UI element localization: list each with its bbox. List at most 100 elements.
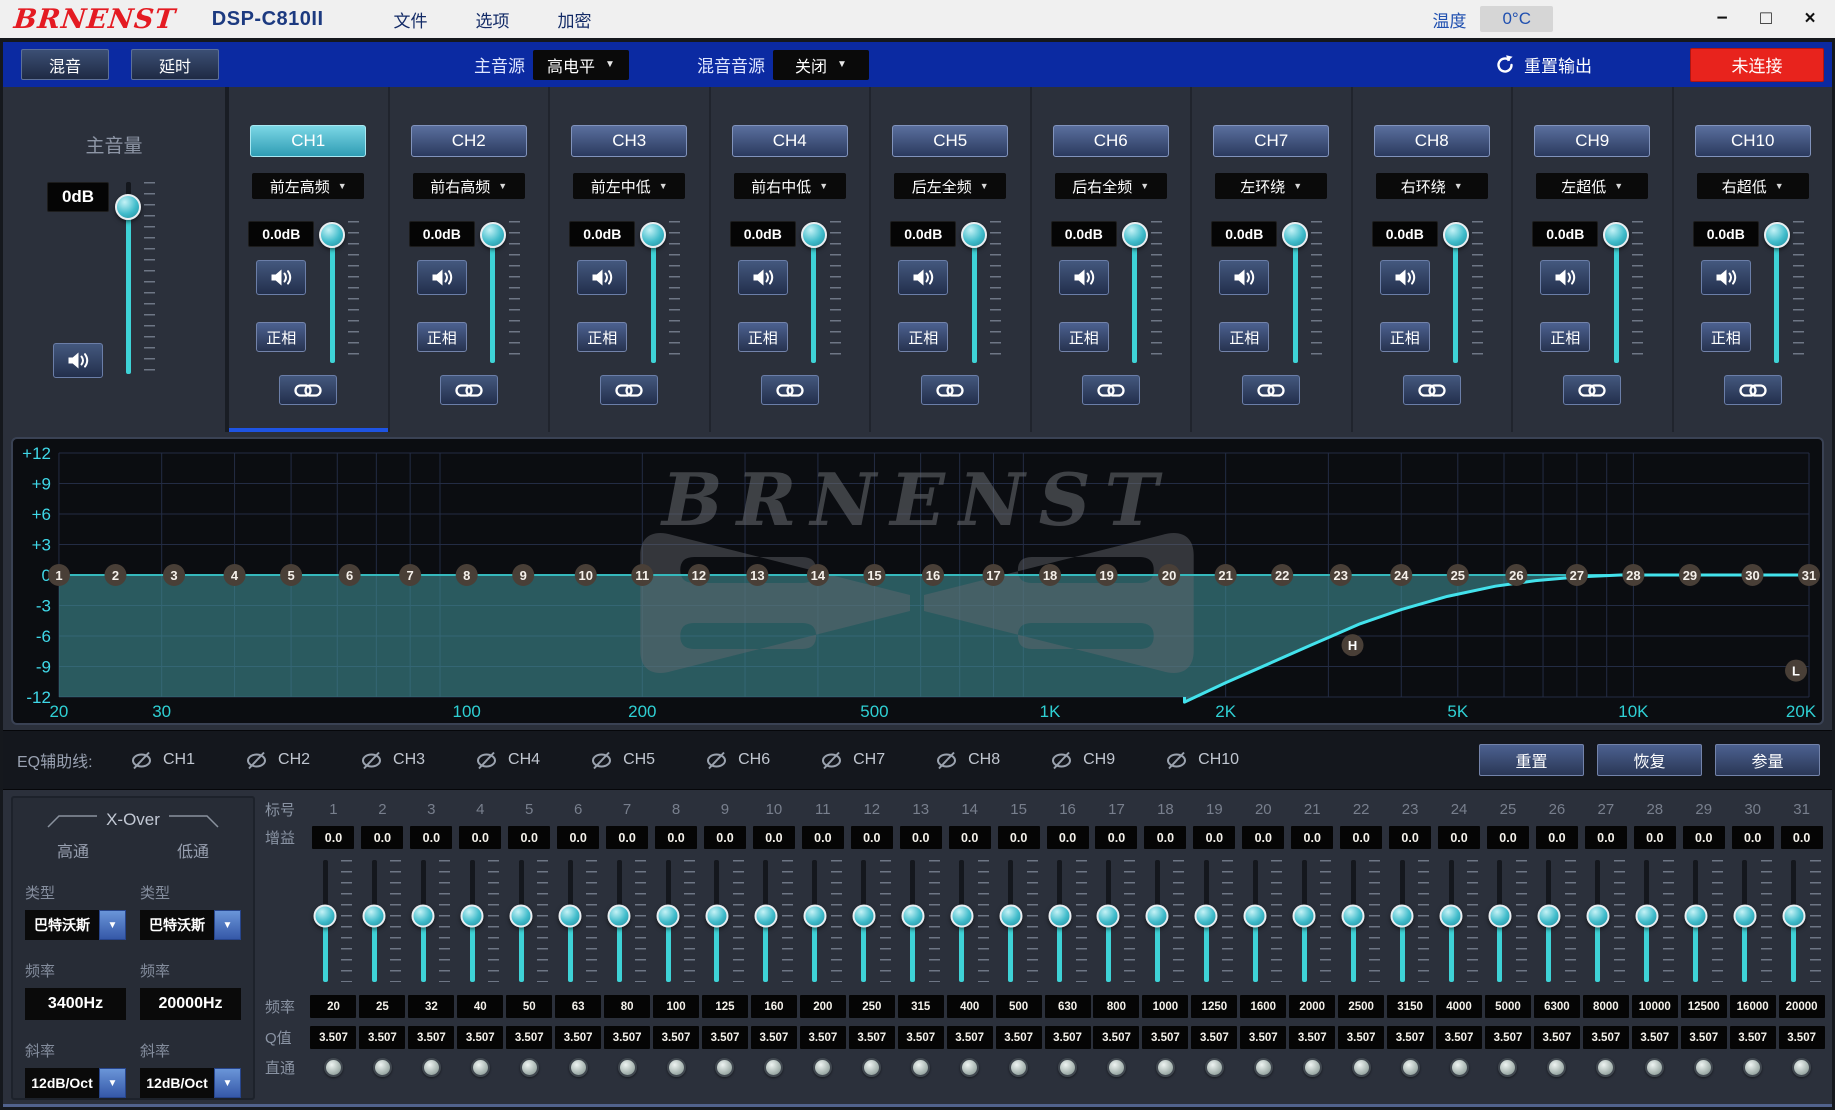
band-bypass-radio[interactable]: [1450, 1058, 1469, 1077]
band-q-value[interactable]: 3.507: [800, 1026, 846, 1049]
channel-button-ch8[interactable]: CH8: [1374, 125, 1490, 157]
close-button[interactable]: ×: [1799, 8, 1821, 30]
band-gain-value[interactable]: 0.0: [1487, 826, 1529, 849]
channel-link-button[interactable]: [1724, 375, 1782, 405]
band-gain-value[interactable]: 0.0: [1291, 826, 1333, 849]
channel-mute-button[interactable]: [1701, 260, 1751, 295]
band-gain-value[interactable]: 0.0: [1242, 826, 1284, 849]
band-q-value[interactable]: 3.507: [1632, 1026, 1678, 1049]
band-gain-value[interactable]: 0.0: [1340, 826, 1382, 849]
band-gain-slider[interactable]: [1342, 860, 1380, 982]
band-gain-value[interactable]: 0.0: [1634, 826, 1676, 849]
channel-assign-select[interactable]: 前左高频▼: [252, 173, 364, 199]
band-gain-slider[interactable]: [461, 860, 499, 982]
channel-assign-select[interactable]: 右超低▼: [1697, 173, 1809, 199]
eq-aux-toggle-ch8[interactable]: CH8: [934, 750, 1000, 771]
band-bypass-radio[interactable]: [324, 1058, 343, 1077]
channel-mute-button[interactable]: [1219, 260, 1269, 295]
band-freq-value[interactable]: 12500: [1681, 995, 1727, 1018]
band-gain-slider[interactable]: [1293, 860, 1331, 982]
band-gain-value[interactable]: 0.0: [998, 826, 1040, 849]
band-gain-slider[interactable]: [902, 860, 940, 982]
band-q-value[interactable]: 3.507: [1240, 1026, 1286, 1049]
band-q-value[interactable]: 3.507: [947, 1026, 993, 1049]
band-q-value[interactable]: 3.507: [1730, 1026, 1776, 1049]
band-freq-value[interactable]: 200: [800, 995, 846, 1018]
band-gain-value[interactable]: 0.0: [1781, 826, 1823, 849]
band-q-value[interactable]: 3.507: [996, 1026, 1042, 1049]
band-gain-value[interactable]: 0.0: [655, 826, 697, 849]
band-gain-value[interactable]: 0.0: [1683, 826, 1725, 849]
channel-link-button[interactable]: [1563, 375, 1621, 405]
band-freq-value[interactable]: 16000: [1730, 995, 1776, 1018]
band-gain-slider[interactable]: [1195, 860, 1233, 982]
band-gain-slider[interactable]: [510, 860, 548, 982]
channel-mute-button[interactable]: [738, 260, 788, 295]
reset-output-button[interactable]: 重置输出: [1494, 52, 1592, 77]
band-freq-value[interactable]: 80: [604, 995, 650, 1018]
channel-button-ch6[interactable]: CH6: [1053, 125, 1169, 157]
band-gain-value[interactable]: 0.0: [851, 826, 893, 849]
band-freq-value[interactable]: 32: [408, 995, 454, 1018]
channel-link-button[interactable]: [279, 375, 337, 405]
band-gain-value[interactable]: 0.0: [753, 826, 795, 849]
lowpass-type-select[interactable]: 巴特沃斯 ▼: [140, 910, 241, 940]
mix-source-select[interactable]: 关闭 ▼: [773, 50, 869, 80]
band-freq-value[interactable]: 315: [898, 995, 944, 1018]
channel-link-button[interactable]: [440, 375, 498, 405]
band-freq-value[interactable]: 3150: [1387, 995, 1433, 1018]
band-bypass-radio[interactable]: [1254, 1058, 1273, 1077]
band-q-value[interactable]: 3.507: [1681, 1026, 1727, 1049]
band-freq-value[interactable]: 4000: [1436, 995, 1482, 1018]
channel-phase-button[interactable]: 正相: [1701, 322, 1751, 352]
highpass-slope-select[interactable]: 12dB/Oct ▼: [25, 1068, 126, 1098]
band-freq-value[interactable]: 20000: [1779, 995, 1825, 1018]
band-gain-value[interactable]: 0.0: [459, 826, 501, 849]
band-gain-slider[interactable]: [1146, 860, 1184, 982]
channel-mute-button[interactable]: [1059, 260, 1109, 295]
band-q-value[interactable]: 3.507: [310, 1026, 356, 1049]
highpass-type-select[interactable]: 巴特沃斯 ▼: [25, 910, 126, 940]
band-gain-value[interactable]: 0.0: [1536, 826, 1578, 849]
band-gain-slider[interactable]: [1440, 860, 1478, 982]
lowpass-freq-value[interactable]: 20000Hz: [140, 988, 241, 1020]
channel-assign-select[interactable]: 后左全频▼: [894, 173, 1006, 199]
channel-phase-button[interactable]: 正相: [577, 322, 627, 352]
band-gain-slider[interactable]: [804, 860, 842, 982]
band-q-value[interactable]: 3.507: [849, 1026, 895, 1049]
band-q-value[interactable]: 3.507: [1583, 1026, 1629, 1049]
eq-aux-toggle-ch1[interactable]: CH1: [129, 750, 195, 771]
channel-volume-slider[interactable]: [321, 221, 359, 363]
band-gain-slider[interactable]: [1244, 860, 1282, 982]
band-bypass-radio[interactable]: [569, 1058, 588, 1077]
band-bypass-radio[interactable]: [715, 1058, 734, 1077]
band-q-value[interactable]: 3.507: [1387, 1026, 1433, 1049]
band-freq-value[interactable]: 500: [996, 995, 1042, 1018]
band-freq-value[interactable]: 125: [702, 995, 748, 1018]
channel-button-ch9[interactable]: CH9: [1534, 125, 1650, 157]
band-q-value[interactable]: 3.507: [408, 1026, 454, 1049]
band-q-value[interactable]: 3.507: [1142, 1026, 1188, 1049]
band-q-value[interactable]: 3.507: [506, 1026, 552, 1049]
band-freq-value[interactable]: 100: [653, 995, 699, 1018]
channel-mute-button[interactable]: [256, 260, 306, 295]
band-q-value[interactable]: 3.507: [751, 1026, 797, 1049]
band-q-value[interactable]: 3.507: [1485, 1026, 1531, 1049]
band-bypass-radio[interactable]: [1205, 1058, 1224, 1077]
minimize-button[interactable]: −: [1711, 8, 1733, 30]
eq-aux-toggle-ch7[interactable]: CH7: [819, 750, 885, 771]
band-gain-value[interactable]: 0.0: [410, 826, 452, 849]
band-gain-value[interactable]: 0.0: [312, 826, 354, 849]
band-gain-slider[interactable]: [1097, 860, 1135, 982]
band-gain-slider[interactable]: [1000, 860, 1038, 982]
band-gain-slider[interactable]: [1587, 860, 1625, 982]
channel-assign-select[interactable]: 前右高频▼: [413, 173, 525, 199]
band-q-value[interactable]: 3.507: [555, 1026, 601, 1049]
band-bypass-radio[interactable]: [1743, 1058, 1762, 1077]
band-gain-value[interactable]: 0.0: [949, 826, 991, 849]
band-gain-value[interactable]: 0.0: [1438, 826, 1480, 849]
eq-aux-toggle-ch2[interactable]: CH2: [244, 750, 310, 771]
band-bypass-radio[interactable]: [813, 1058, 832, 1077]
band-gain-value[interactable]: 0.0: [361, 826, 403, 849]
channel-volume-slider[interactable]: [1124, 221, 1162, 363]
